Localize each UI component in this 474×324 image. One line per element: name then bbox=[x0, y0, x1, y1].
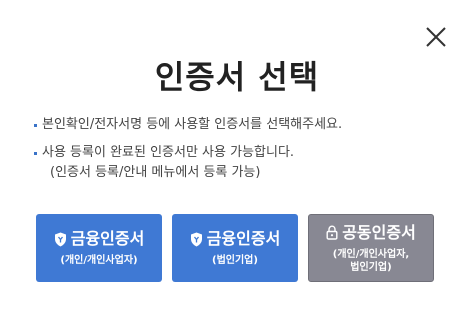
notice-text-registered: 사용 등록이 완료된 인증서만 사용 가능합니다. bbox=[42, 145, 295, 160]
notice-text-select: 본인확인/전자서명 등에 사용할 인증서를 선택해주세요. bbox=[42, 117, 343, 132]
button-sub-label: (개인/개인사업자) bbox=[60, 255, 138, 266]
notice-item: 본인확인/전자서명 등에 사용할 인증서를 선택해주세요. bbox=[34, 116, 454, 134]
notice-item: 사용 등록이 완료된 인증서만 사용 가능합니다. (인증서 등록/안내 메뉴에… bbox=[34, 144, 454, 182]
shield-icon bbox=[54, 232, 66, 246]
button-label: 금융인증서 bbox=[70, 229, 145, 248]
joint-cert-button[interactable]: 공동인증서 (개인/개인사업자, 법인기업) bbox=[308, 214, 434, 282]
button-sub-label: (법인기업) bbox=[212, 255, 258, 266]
close-button[interactable] bbox=[425, 26, 447, 48]
bullet-icon bbox=[34, 124, 37, 127]
dialog-title: 인증서 선택 bbox=[154, 58, 320, 96]
lock-icon bbox=[326, 225, 338, 240]
close-icon bbox=[426, 27, 446, 47]
button-main-label: 공동인증서 bbox=[326, 223, 416, 243]
notice-text-block: 사용 등록이 완료된 인증서만 사용 가능합니다. (인증서 등록/안내 메뉴에… bbox=[42, 144, 294, 182]
notice-text-register-hint: (인증서 등록/안내 메뉴에서 등록 가능) bbox=[50, 165, 261, 180]
finance-cert-personal-button[interactable]: 금융인증서 (개인/개인사업자) bbox=[36, 214, 162, 282]
finance-cert-corporate-button[interactable]: 금융인증서 (법인기업) bbox=[172, 214, 298, 282]
button-sub-label: (개인/개인사업자, 법인기업) bbox=[332, 248, 410, 273]
button-label: 공동인증서 bbox=[342, 222, 416, 242]
shield-icon bbox=[190, 232, 202, 246]
notice-list: 본인확인/전자서명 등에 사용할 인증서를 선택해주세요. 사용 등록이 완료된… bbox=[34, 116, 454, 182]
button-label: 금융인증서 bbox=[206, 229, 281, 248]
bullet-icon bbox=[34, 152, 37, 155]
button-main-label: 금융인증서 bbox=[54, 229, 145, 249]
button-main-label: 금융인증서 bbox=[190, 229, 281, 249]
certificate-button-group: 금융인증서 (개인/개인사업자) 금융인증서 (법인기업) 공동인증서 (개인/… bbox=[36, 214, 434, 282]
